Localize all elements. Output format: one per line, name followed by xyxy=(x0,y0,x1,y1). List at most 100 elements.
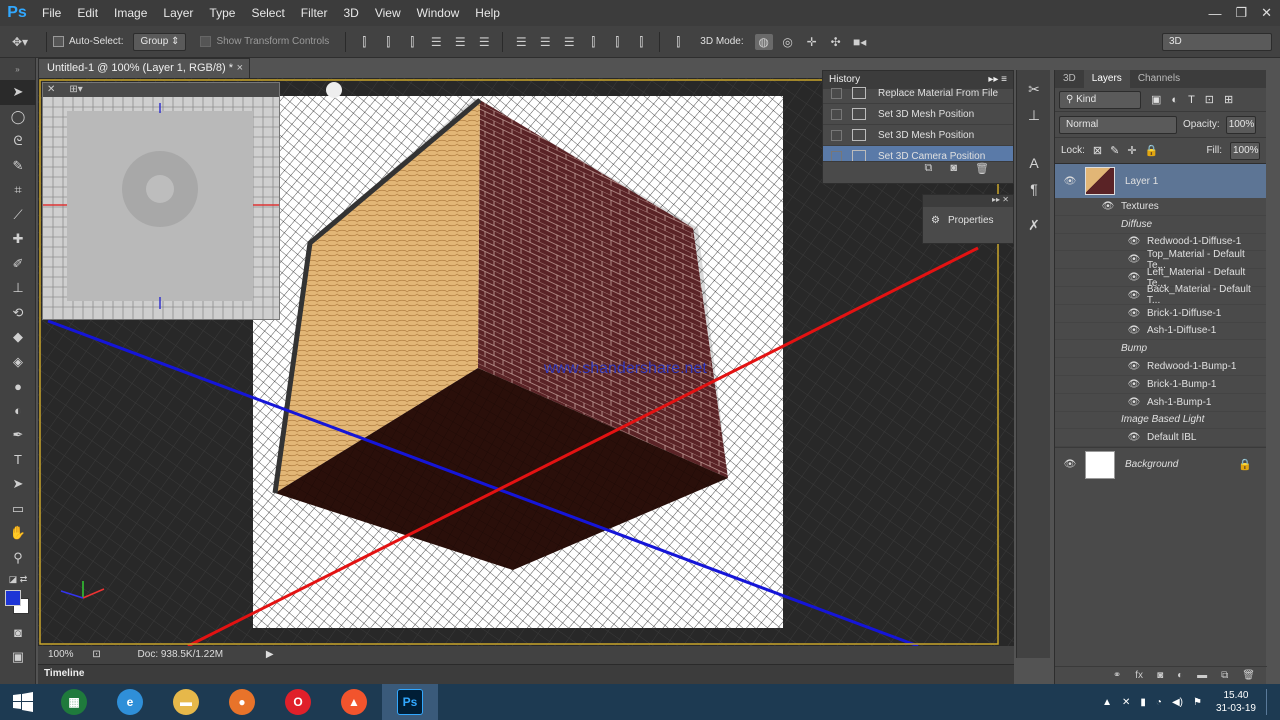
wifi-icon[interactable]: ◔ xyxy=(1156,697,1162,708)
tab-3d[interactable]: 3D xyxy=(1055,70,1084,88)
show-transform-checkbox[interactable] xyxy=(200,36,212,47)
taskbar-app-explorer[interactable]: ▬ xyxy=(158,684,214,720)
new-layer-icon[interactable]: ⧉ xyxy=(1221,670,1228,681)
clone-source-icon[interactable]: ⊥ xyxy=(1017,102,1051,128)
texture-eye-icon[interactable]: 👁 xyxy=(1127,432,1141,443)
restore-button[interactable]: ❐ xyxy=(1235,5,1247,21)
filter-adjust-icon[interactable]: ◐ xyxy=(1171,94,1178,106)
auto-align-icon[interactable]: ⫿ xyxy=(669,34,687,50)
minimize-button[interactable]: — xyxy=(1208,6,1221,21)
fill-input[interactable]: 100% xyxy=(1230,141,1260,160)
foreground-color-swatch[interactable] xyxy=(5,590,21,606)
texture-eye-icon[interactable]: 👁 xyxy=(1127,325,1141,336)
clock[interactable]: 15.40 31-03-19 xyxy=(1216,689,1256,715)
menu-3d[interactable]: 3D xyxy=(335,0,366,26)
blur-tool-icon[interactable]: ● xyxy=(0,374,36,399)
menu-edit[interactable]: Edit xyxy=(69,0,106,26)
texture-eye-icon[interactable]: 👁 xyxy=(1127,272,1141,283)
roll-3d-icon[interactable]: ◎ xyxy=(779,34,797,50)
distribute-top-icon[interactable]: ☰ xyxy=(512,34,530,50)
hand-tool-icon[interactable]: ✋ xyxy=(0,521,36,546)
close-window-button[interactable]: ✕ xyxy=(1261,5,1272,21)
taskbar-app-opera[interactable]: O xyxy=(270,684,326,720)
taskbar-app-brave[interactable]: ▲ xyxy=(326,684,382,720)
color-swatches[interactable] xyxy=(0,588,35,620)
properties-button[interactable]: ⚙ Properties xyxy=(923,207,1013,234)
document-tab[interactable]: Untitled-1 @ 100% (Layer 1, RGB/8) * × xyxy=(38,58,250,78)
swap-colors-icon[interactable]: ◪ ⇄ xyxy=(0,570,36,588)
adjustment-layer-icon[interactable]: ◐ xyxy=(1177,670,1183,681)
snapshot-camera-icon[interactable]: ◙ xyxy=(950,162,957,179)
texture-eye-icon[interactable]: 👁 xyxy=(1127,290,1141,301)
marquee-tool-icon[interactable]: ◯ xyxy=(0,105,36,130)
character-panel-icon[interactable]: A xyxy=(1017,150,1051,176)
taskbar-app-firefox[interactable]: ● xyxy=(214,684,270,720)
layer-row-layer1[interactable]: 👁 Layer 1 xyxy=(1055,164,1266,198)
view-select-icon[interactable]: ⊞▾ xyxy=(69,83,82,97)
status-menu-arrow-icon[interactable]: ▶ xyxy=(266,649,274,660)
texture-item[interactable]: 👁 Brick-1-Bump-1 xyxy=(1055,376,1266,394)
taskbar-app-photoshop[interactable]: Ps xyxy=(382,684,438,720)
toolbox-collapse-icon[interactable]: » xyxy=(0,58,35,80)
trash-icon[interactable]: 🗑 xyxy=(975,162,989,179)
menu-layer[interactable]: Layer xyxy=(155,0,201,26)
move-tool-icon[interactable]: ➤ xyxy=(0,80,36,105)
menu-file[interactable]: File xyxy=(34,0,69,26)
history-source-checkbox[interactable] xyxy=(831,87,842,99)
quick-select-tool-icon[interactable]: ✎ xyxy=(0,154,36,179)
zoom-tool-icon[interactable]: ⚲ xyxy=(0,546,36,571)
new-group-icon[interactable]: ▬ xyxy=(1197,670,1207,681)
secondary-view[interactable]: ✕ ⊞▾ xyxy=(42,82,280,320)
layer-style-icon[interactable]: fx xyxy=(1135,670,1143,681)
pen-tool-icon[interactable]: ✒ xyxy=(0,423,36,448)
history-source-checkbox[interactable] xyxy=(831,129,842,141)
history-item[interactable]: Set 3D Camera Position xyxy=(823,146,1013,161)
texture-eye-icon[interactable]: 👁 xyxy=(1127,236,1141,247)
auto-select-checkbox[interactable] xyxy=(53,36,64,47)
visibility-eye-icon[interactable]: 👁 xyxy=(1055,176,1085,187)
start-button[interactable] xyxy=(0,684,46,720)
drag-3d-icon[interactable]: ✛ xyxy=(803,34,821,50)
distribute-vcenter-icon[interactable]: ☰ xyxy=(536,34,554,50)
texture-item[interactable]: 👁 Ash-1-Bump-1 xyxy=(1055,394,1266,412)
move-tool-preset-icon[interactable]: ✥▾ xyxy=(3,34,37,50)
texture-eye-icon[interactable]: 👁 xyxy=(1127,254,1141,265)
align-vcenter-icon[interactable]: ⫿ xyxy=(379,34,397,50)
link-layers-icon[interactable]: ⚭ xyxy=(1113,670,1121,681)
slide-3d-icon[interactable]: ✣ xyxy=(827,34,845,50)
workspace-dropdown[interactable]: 3D xyxy=(1162,32,1272,51)
texture-item[interactable]: 👁 Default IBL xyxy=(1055,429,1266,448)
menu-type[interactable]: Type xyxy=(201,0,243,26)
distribute-left-icon[interactable]: ⫿ xyxy=(584,34,602,50)
paint-bucket-tool-icon[interactable]: ◈ xyxy=(0,350,36,375)
filter-shape-icon[interactable]: ⊡ xyxy=(1205,93,1214,106)
add-mask-icon[interactable]: ◙ xyxy=(1157,670,1163,681)
align-left-icon[interactable]: ☰ xyxy=(427,34,445,50)
tools-panel-icon[interactable]: ✗ xyxy=(1017,212,1051,238)
volume-icon[interactable]: ◀) xyxy=(1172,697,1183,708)
texture-item[interactable]: 👁 Brick-1-Diffuse-1 xyxy=(1055,305,1266,323)
light-widget-icon[interactable] xyxy=(326,82,342,98)
tab-channels[interactable]: Channels xyxy=(1130,70,1188,88)
show-desktop-icon[interactable] xyxy=(1266,689,1270,715)
align-right-icon[interactable]: ☰ xyxy=(475,34,493,50)
menu-filter[interactable]: Filter xyxy=(293,0,336,26)
menu-help[interactable]: Help xyxy=(467,0,508,26)
history-source-checkbox[interactable] xyxy=(831,150,842,161)
camera-3d-icon[interactable]: ■◂ xyxy=(851,34,869,50)
texture-item[interactable]: 👁 Ash-1-Diffuse-1 xyxy=(1055,323,1266,341)
new-document-from-state-icon[interactable]: ⧉ xyxy=(925,162,933,179)
eyedropper-tool-icon[interactable]: ⟋ xyxy=(0,203,36,228)
quick-mask-icon[interactable]: ◙ xyxy=(0,620,36,645)
align-bottom-icon[interactable]: ⫿ xyxy=(403,34,421,50)
history-source-checkbox[interactable] xyxy=(831,108,842,120)
stamp-tool-icon[interactable]: ⊥ xyxy=(0,276,36,301)
history-item[interactable]: Replace Material From File xyxy=(823,83,1013,104)
texture-item[interactable]: 👁 Back_Material - Default T... xyxy=(1055,284,1266,306)
battery-icon[interactable]: ▮ xyxy=(1140,697,1146,708)
opacity-input[interactable]: 100% xyxy=(1225,115,1256,134)
menu-view[interactable]: View xyxy=(367,0,409,26)
filter-pixel-icon[interactable]: ▣ xyxy=(1151,93,1161,106)
close-document-button[interactable]: × xyxy=(237,59,243,78)
lock-image-icon[interactable]: ✎ xyxy=(1110,144,1119,157)
